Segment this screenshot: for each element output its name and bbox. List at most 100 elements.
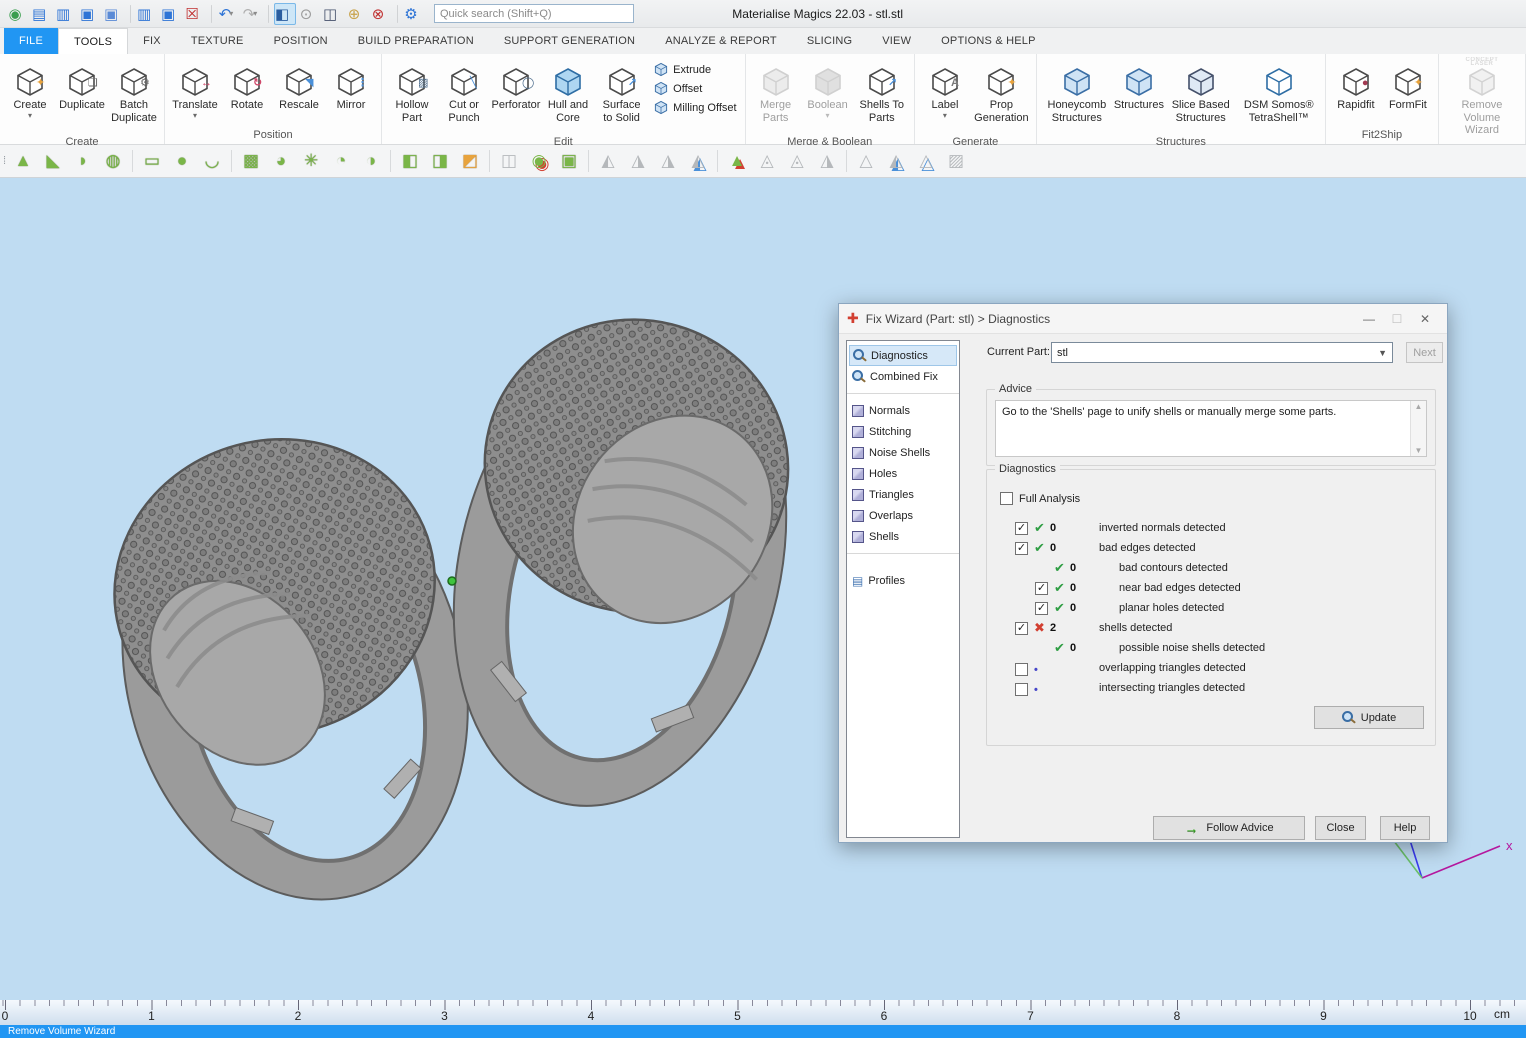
ribbon-button[interactable]: ● Rapidfit	[1330, 56, 1382, 122]
quick-access-icon[interactable]: ☒	[184, 3, 206, 25]
marking-tool-icon[interactable]: ◮	[625, 148, 651, 174]
ribbon-button[interactable]: Honeycomb Structures	[1041, 56, 1113, 134]
quick-access-icon[interactable]: ⊙	[298, 3, 320, 25]
marking-tool-icon[interactable]: ◗	[70, 148, 96, 174]
ribbon-button[interactable]: Merge Parts	[750, 56, 802, 134]
follow-advice-button[interactable]: → Follow Advice	[1153, 816, 1305, 840]
quick-access-icon[interactable]: ▣	[103, 3, 125, 25]
ribbon-tab[interactable]: BUILD PREPARATION	[343, 28, 489, 54]
diagnostic-checkbox[interactable]: ✓	[1015, 542, 1028, 555]
quick-access-icon[interactable]: ▥	[136, 3, 158, 25]
quick-access-icon[interactable]	[130, 5, 131, 23]
marking-tool-icon[interactable]: ◮	[814, 148, 840, 174]
marking-tool-icon[interactable]: ▣	[556, 148, 582, 174]
marking-tool-icon[interactable]	[588, 150, 589, 172]
marking-tool-icon[interactable]: ◫	[496, 148, 522, 174]
quick-search-input[interactable]	[434, 4, 634, 23]
sidebar-page-item[interactable]: Overlaps	[849, 505, 957, 526]
advice-scrollbar[interactable]: ▲ ▼	[1410, 401, 1426, 456]
ribbon-button[interactable]: ↻ Rotate	[221, 56, 273, 122]
quick-access-icon[interactable]	[268, 5, 269, 23]
ribbon-button[interactable]: ▨ Hollow Part	[386, 56, 438, 134]
ribbon-button[interactable]: ◯ Perforator	[490, 56, 542, 134]
dialog-title-bar[interactable]: ✚ Fix Wizard (Part: stl) > Diagnostics —…	[839, 304, 1447, 334]
quick-access-icon[interactable]: ◉	[7, 3, 29, 25]
quick-access-icon[interactable]: ◧	[274, 3, 296, 25]
diagnostic-checkbox[interactable]: ✓	[1015, 522, 1028, 535]
marking-tool-icon[interactable]: ◡	[199, 148, 225, 174]
current-part-select[interactable]: stl ▼	[1051, 342, 1393, 363]
marking-tool-icon[interactable]: ◉	[526, 148, 552, 174]
ribbon-tab[interactable]: ANALYZE & REPORT	[650, 28, 792, 54]
ribbon-tab[interactable]: TOOLS	[58, 28, 128, 54]
marking-tool-icon[interactable]: ◑	[358, 148, 384, 174]
ribbon-button[interactable]: ✦ Prop Generation	[971, 56, 1032, 134]
marking-tool-icon[interactable]	[390, 150, 391, 172]
quick-access-icon[interactable]: ↷ ▾	[241, 3, 263, 25]
next-button[interactable]: Next	[1406, 342, 1443, 363]
quick-access-icon[interactable]: ⚙	[403, 3, 425, 25]
ribbon-button[interactable]: ◥ Rescale	[273, 56, 325, 122]
marking-tool-icon[interactable]: ◨	[427, 148, 453, 174]
quick-access-icon[interactable]: ▣	[79, 3, 101, 25]
ribbon-button[interactable]: ⋮ Mirror	[325, 56, 377, 122]
ribbon-button[interactable]: ↔ Translate ▾	[169, 56, 221, 122]
ribbon-tab[interactable]: OPTIONS & HELP	[926, 28, 1051, 54]
sidebar-page-item[interactable]: Triangles	[849, 484, 957, 505]
marking-tool-icon[interactable]: ◔	[328, 148, 354, 174]
marking-tool-icon[interactable]: △	[853, 148, 879, 174]
ribbon-small-button[interactable]: Milling Offset	[649, 98, 740, 117]
marking-tool-icon[interactable]: ◕	[268, 148, 294, 174]
ribbon-button[interactable]: ⚙ Batch Duplicate	[108, 56, 160, 134]
sidebar-page-item[interactable]: Stitching	[849, 421, 957, 442]
ribbon-small-button[interactable]: Offset	[649, 79, 740, 98]
marking-tool-icon[interactable]: ◭	[883, 148, 909, 174]
marking-tool-icon[interactable]: ▭	[139, 148, 165, 174]
close-icon[interactable]: ✕	[1411, 309, 1439, 329]
sidebar-page-item[interactable]: Normals	[849, 400, 957, 421]
quick-access-icon[interactable]: ▥	[55, 3, 77, 25]
marking-tool-icon[interactable]: ◭	[685, 148, 711, 174]
sidebar-page-item[interactable]: Holes	[849, 463, 957, 484]
marking-tool-icon[interactable]: ◬	[784, 148, 810, 174]
ribbon-tab[interactable]: VIEW	[867, 28, 926, 54]
diagnostic-checkbox[interactable]: ✓	[1035, 582, 1048, 595]
quick-access-icon[interactable]: ⊗	[370, 3, 392, 25]
sidebar-page-item[interactable]: Noise Shells	[849, 442, 957, 463]
scroll-down-icon[interactable]: ▼	[1415, 446, 1423, 455]
diagnostic-checkbox[interactable]: ✓	[1015, 622, 1028, 635]
quick-access-icon[interactable]	[211, 5, 212, 23]
help-button[interactable]: Help	[1380, 816, 1430, 840]
ribbon-button[interactable]: Hull and Core	[542, 56, 594, 134]
diagnostic-checkbox[interactable]	[1015, 683, 1028, 696]
ribbon-tab[interactable]: TEXTURE	[176, 28, 259, 54]
ribbon-tab[interactable]: SUPPORT GENERATION	[489, 28, 650, 54]
marking-tool-icon[interactable]: ◍	[100, 148, 126, 174]
ribbon-button[interactable]: ↗ Shells To Parts	[854, 56, 910, 134]
minimize-button[interactable]: —	[1355, 309, 1383, 329]
ribbon-button[interactable]: ❏ Duplicate	[56, 56, 108, 134]
marking-tool-icon[interactable]	[489, 150, 490, 172]
marking-tool-icon[interactable]: ●	[169, 148, 195, 174]
marking-tool-icon[interactable]	[717, 150, 718, 172]
ribbon-button[interactable]: Boolean ▾	[802, 56, 854, 134]
sidebar-page-item[interactable]: ▤ Profiles	[849, 570, 957, 591]
marking-tool-icon[interactable]	[846, 150, 847, 172]
sidebar-page-item[interactable]: Combined Fix	[849, 366, 957, 387]
quick-access-icon[interactable]: ↶ ▾	[217, 3, 239, 25]
ribbon-button[interactable]: Slice Based Structures	[1165, 56, 1237, 134]
update-button[interactable]: Update	[1314, 706, 1424, 729]
ribbon-button[interactable]: ✦ FormFit	[1382, 56, 1434, 122]
scroll-up-icon[interactable]: ▲	[1415, 402, 1423, 411]
marking-tool-icon[interactable]: ◬	[754, 148, 780, 174]
maximize-button[interactable]: ☐	[1383, 309, 1411, 329]
toolbar-grip[interactable]: ⁞	[3, 155, 4, 167]
diagnostic-checkbox[interactable]	[1015, 663, 1028, 676]
diagnostic-checkbox[interactable]: ✓	[1035, 602, 1048, 615]
ribbon-tab[interactable]: SLICING	[792, 28, 867, 54]
ribbon-button[interactable]: ↗ Surface to Solid	[594, 56, 649, 134]
ribbon-tab[interactable]: FILE	[4, 28, 58, 54]
ribbon-small-button[interactable]: Extrude	[649, 60, 740, 79]
quick-access-icon[interactable]	[397, 5, 398, 23]
close-button[interactable]: Close	[1315, 816, 1366, 840]
